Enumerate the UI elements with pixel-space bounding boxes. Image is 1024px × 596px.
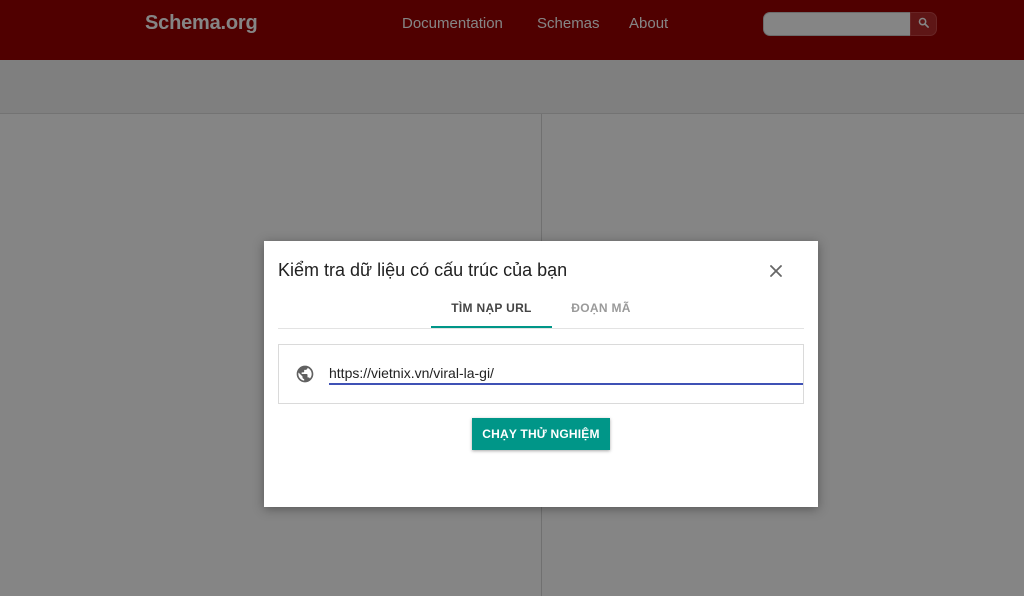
tab-fetch-url[interactable]: TÌM NẠP URL bbox=[431, 301, 552, 327]
url-field-container bbox=[278, 344, 804, 404]
close-button[interactable] bbox=[766, 261, 786, 281]
close-icon bbox=[766, 265, 786, 285]
globe-icon bbox=[295, 364, 315, 384]
run-test-button[interactable]: CHẠY THỬ NGHIỆM bbox=[472, 418, 610, 450]
structured-data-dialog: Kiểm tra dữ liệu có cấu trúc của bạn TÌM… bbox=[264, 241, 818, 507]
tab-code-snippet[interactable]: ĐOẠN MÃ bbox=[554, 301, 648, 327]
url-input[interactable] bbox=[329, 363, 803, 385]
tabs-divider bbox=[278, 328, 804, 329]
dialog-title: Kiểm tra dữ liệu có cấu trúc của bạn bbox=[278, 260, 568, 280]
